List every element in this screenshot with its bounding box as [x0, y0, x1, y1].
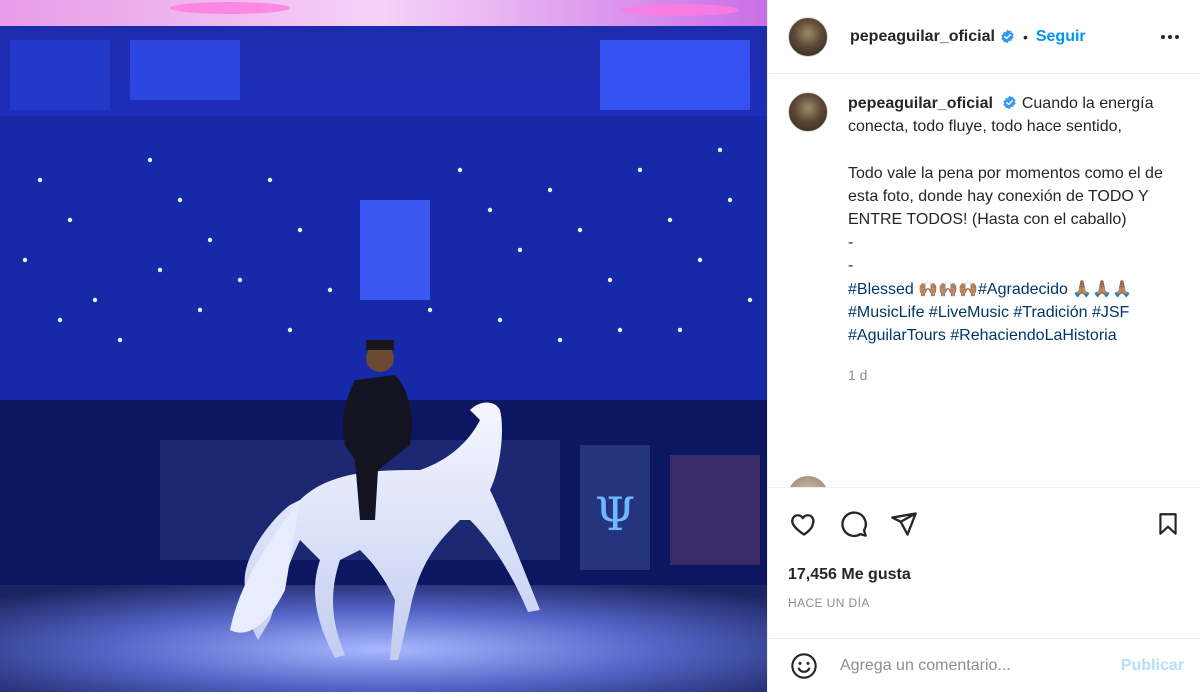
smiley-icon[interactable] — [788, 650, 820, 682]
instagram-post-modal: Ψ pepeaguilar_oficial • Seguir pepeaguil… — [0, 0, 1200, 692]
add-comment-bar: Publicar — [768, 638, 1200, 692]
more-horizontal-icon[interactable] — [1158, 25, 1182, 49]
separator-dot: • — [1022, 28, 1028, 45]
like-count[interactable]: 17,456 Me gusta — [788, 566, 1184, 584]
commenter-avatar[interactable] — [788, 476, 828, 487]
post-photo[interactable]: Ψ — [0, 0, 767, 692]
bookmark-icon[interactable] — [1152, 508, 1184, 540]
caption-hashtags[interactable]: #Blessed 🙌🏽🙌🏽🙌🏽#Agradecido 🙏🏽🙏🏽🙏🏽 #Music… — [848, 278, 1166, 348]
author-avatar[interactable] — [788, 16, 828, 57]
publish-button[interactable]: Publicar — [1121, 657, 1184, 675]
caption: pepeaguilar_oficial Cuando la energía co… — [788, 92, 1184, 387]
caption-timestamp: 1 d — [848, 367, 868, 384]
caption-body: pepeaguilar_oficial Cuando la energía co… — [848, 92, 1166, 387]
paper-plane-icon[interactable] — [888, 508, 920, 540]
follow-button[interactable]: Seguir — [1036, 28, 1086, 46]
comment-input[interactable] — [838, 655, 1121, 676]
caption-text: Cuando la energía conecta, todo fluye, t… — [848, 95, 1163, 275]
next-comment-preview — [788, 476, 1058, 487]
concert-photo-illustration: Ψ — [0, 0, 767, 692]
caption-author-avatar[interactable] — [788, 92, 828, 132]
svg-text:Ψ: Ψ — [595, 487, 635, 541]
verified-badge-icon — [1000, 29, 1015, 44]
comments-section[interactable]: pepeaguilar_oficial Cuando la energía co… — [768, 74, 1200, 487]
post-timestamp: HACE UN DÍA — [788, 596, 870, 610]
action-icons — [788, 506, 1184, 542]
post-header: pepeaguilar_oficial • Seguir — [768, 0, 1200, 74]
comment-bubble-icon[interactable] — [838, 508, 870, 540]
author-username[interactable]: pepeaguilar_oficial — [850, 28, 995, 46]
post-sidebar: pepeaguilar_oficial • Seguir pepeaguilar… — [767, 0, 1200, 692]
caption-username[interactable]: pepeaguilar_oficial — [848, 95, 993, 112]
heart-icon[interactable] — [788, 508, 820, 540]
post-actions: 17,456 Me gusta HACE UN DÍA — [768, 487, 1200, 610]
verified-badge-icon — [1002, 94, 1017, 110]
